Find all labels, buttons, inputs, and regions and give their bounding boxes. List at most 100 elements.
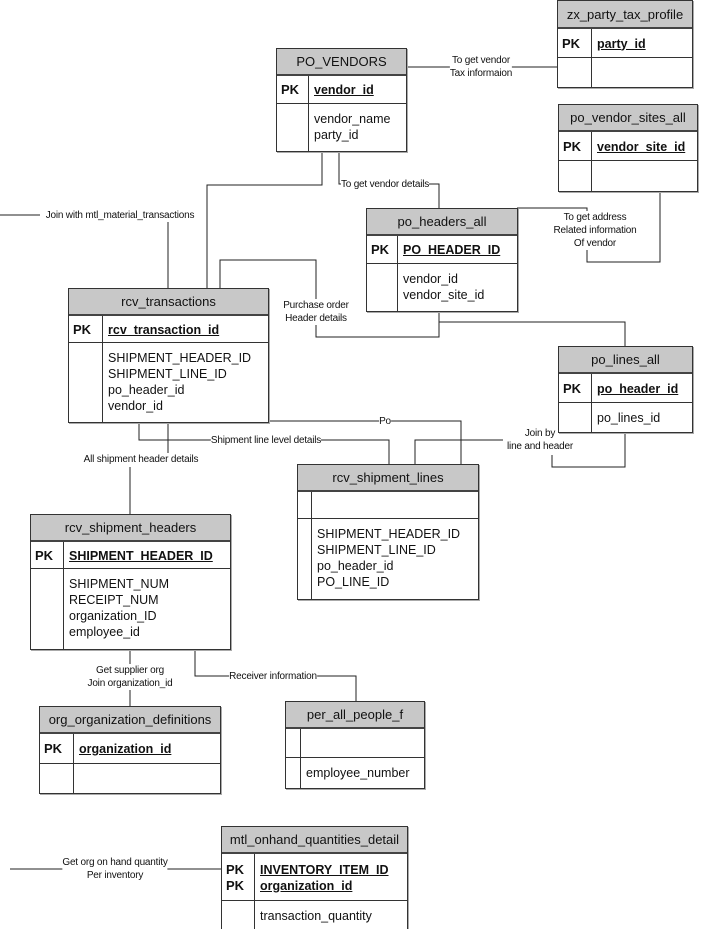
field: RECEIPT_NUM bbox=[69, 593, 159, 607]
column-divider bbox=[591, 161, 592, 191]
field: SHIPMENT_HEADER_ID bbox=[108, 351, 252, 365]
pk-markers: PK bbox=[563, 381, 581, 397]
pk-fields: vendor_id bbox=[314, 82, 374, 98]
column-divider bbox=[308, 104, 309, 151]
pk-marker: PK bbox=[226, 877, 245, 893]
pk-field: rcv_transaction_id bbox=[108, 322, 220, 337]
table-po-headers-all: po_headers_all PK PO_HEADER_ID vendor_id ven… bbox=[366, 208, 518, 312]
pk-fields: INVENTORY_ITEM_ID organization_id bbox=[260, 862, 389, 894]
link-mtl bbox=[0, 214, 169, 288]
field-section: transaction_quantity bbox=[222, 901, 407, 929]
field-section bbox=[559, 161, 697, 191]
er-diagram: To get vendor Tax informaion To get vend… bbox=[0, 0, 701, 929]
field-section bbox=[40, 764, 220, 793]
pk-field: PO_HEADER_ID bbox=[403, 243, 501, 257]
table-title: mtl_onhand_quantities_detail bbox=[222, 827, 407, 854]
pk-markers: PK bbox=[44, 741, 62, 757]
table-title: zx_party_tax_profile bbox=[558, 1, 692, 29]
column-divider bbox=[102, 316, 103, 342]
table-title: rcv_shipment_lines bbox=[298, 465, 478, 492]
field: employee_id bbox=[69, 625, 140, 639]
pk-section: PK PO_HEADER_ID bbox=[367, 236, 517, 264]
field-section: vendor_id vendor_site_id bbox=[367, 264, 517, 311]
table-rcv-shipment-headers: rcv_shipment_headers PK SHIPMENT_HEADER_ID… bbox=[30, 514, 231, 650]
pk-fields: po_header_id bbox=[597, 381, 678, 397]
fields: vendor_id vendor_site_id bbox=[403, 271, 484, 303]
field-section: SHIPMENT_HEADER_ID SHIPMENT_LINE_ID po_hea… bbox=[298, 519, 478, 599]
field: po_header_id bbox=[317, 559, 394, 573]
field: SHIPMENT_LINE_ID bbox=[108, 367, 227, 381]
column-divider bbox=[397, 264, 398, 311]
pk-marker: PK bbox=[35, 547, 54, 563]
table-title: po_lines_all bbox=[559, 347, 692, 374]
field: vendor_name bbox=[314, 112, 391, 126]
pk-markers: PK bbox=[562, 36, 580, 52]
table-title: po_headers_all bbox=[367, 209, 517, 236]
pk-fields: PO_HEADER_ID bbox=[403, 242, 500, 258]
field: vendor_id bbox=[108, 399, 163, 413]
table-rcv-shipment-lines: rcv_shipment_lines SHIPMENT_HEADER_ID SHIP… bbox=[297, 464, 479, 600]
pk-markers: PK bbox=[563, 139, 581, 155]
pk-field: organization_id bbox=[260, 878, 353, 893]
table-po-vendors: PO_VENDORS PK vendor_id vendor_name party_id bbox=[276, 48, 407, 152]
table-po-vendor-sites-all: po_vendor_sites_all PK vendor_site_id bbox=[558, 104, 698, 192]
field: po_lines_id bbox=[597, 411, 661, 425]
table-org-organization-definitions: org_organization_definitions PK organizati… bbox=[39, 706, 221, 794]
column-divider bbox=[73, 764, 74, 793]
fields: SHIPMENT_NUM RECEIPT_NUM organization_IDem… bbox=[69, 576, 169, 640]
pk-fields: organization_id bbox=[79, 741, 171, 757]
pk-field: organization_id bbox=[79, 742, 172, 756]
table-title: rcv_shipment_headers bbox=[31, 515, 230, 542]
label-receiver: Receiver information bbox=[229, 670, 317, 683]
pk-markers: PK bbox=[35, 548, 53, 564]
link-headers-lines bbox=[439, 321, 626, 346]
field-section bbox=[558, 58, 692, 87]
column-divider bbox=[591, 29, 592, 57]
pk-section: PK vendor_site_id bbox=[559, 132, 697, 161]
label-mtl: Join with mtl_material_transactions bbox=[45, 209, 195, 222]
pk-field: po_header_id bbox=[597, 381, 679, 396]
table-zx-party-tax-profile: zx_party_tax_profile PK party_id bbox=[557, 0, 693, 88]
pk-markers: PK bbox=[281, 82, 299, 98]
column-divider bbox=[102, 343, 103, 422]
column-divider bbox=[591, 403, 592, 432]
pk-fields: rcv_transaction_id bbox=[108, 322, 219, 338]
pk-fields: party_id bbox=[597, 36, 646, 52]
label-po: Po bbox=[379, 415, 391, 428]
label-po-header: Purchase order Header details bbox=[283, 299, 349, 325]
pk-markers: PK bbox=[371, 242, 389, 258]
column-divider bbox=[397, 236, 398, 263]
pk-field: party_id bbox=[597, 36, 646, 51]
pk-markers: PK PK bbox=[226, 862, 244, 894]
field: organization_ID bbox=[69, 609, 157, 623]
table-title: PO_VENDORS bbox=[277, 49, 406, 76]
pk-field: INVENTORY_ITEM_ID bbox=[260, 862, 389, 877]
pk-section: PK rcv_transaction_id bbox=[69, 316, 268, 343]
column-divider bbox=[63, 542, 64, 568]
field: po_header_id bbox=[108, 383, 185, 397]
field: transaction_quantity bbox=[260, 909, 372, 923]
fields: SHIPMENT_HEADER_ID SHIPMENT_LINE_ID po_hea… bbox=[317, 526, 460, 590]
field: vendor_site_id bbox=[403, 288, 485, 302]
pk-section: PK SHIPMENT_HEADER_ID bbox=[31, 542, 230, 569]
column-divider bbox=[311, 492, 312, 518]
label-supplier-org: Get supplier org Join organization_id bbox=[87, 664, 173, 690]
column-divider bbox=[63, 569, 64, 649]
column-divider bbox=[254, 901, 255, 929]
column-divider bbox=[300, 729, 301, 757]
column-divider bbox=[591, 58, 592, 87]
field: SHIPMENT_NUM bbox=[69, 577, 170, 591]
column-divider bbox=[311, 519, 312, 599]
column-divider bbox=[73, 734, 74, 763]
pk-marker: PK bbox=[281, 82, 300, 97]
pk-marker: PK bbox=[563, 138, 582, 154]
pk-field: vendor_site_id bbox=[597, 139, 686, 154]
table-mtl-onhand-quantities-detail: mtl_onhand_quantities_detail PK PK INVENTOR… bbox=[221, 826, 408, 929]
field: PO_LINE_ID bbox=[317, 575, 390, 589]
pk-section: PK po_header_id bbox=[559, 374, 692, 403]
pk-fields: vendor_site_id bbox=[597, 139, 685, 155]
pk-section bbox=[298, 492, 478, 519]
link-shipment-header bbox=[129, 421, 169, 514]
pk-field: vendor_id bbox=[314, 83, 374, 97]
pk-marker: PK bbox=[371, 242, 390, 257]
